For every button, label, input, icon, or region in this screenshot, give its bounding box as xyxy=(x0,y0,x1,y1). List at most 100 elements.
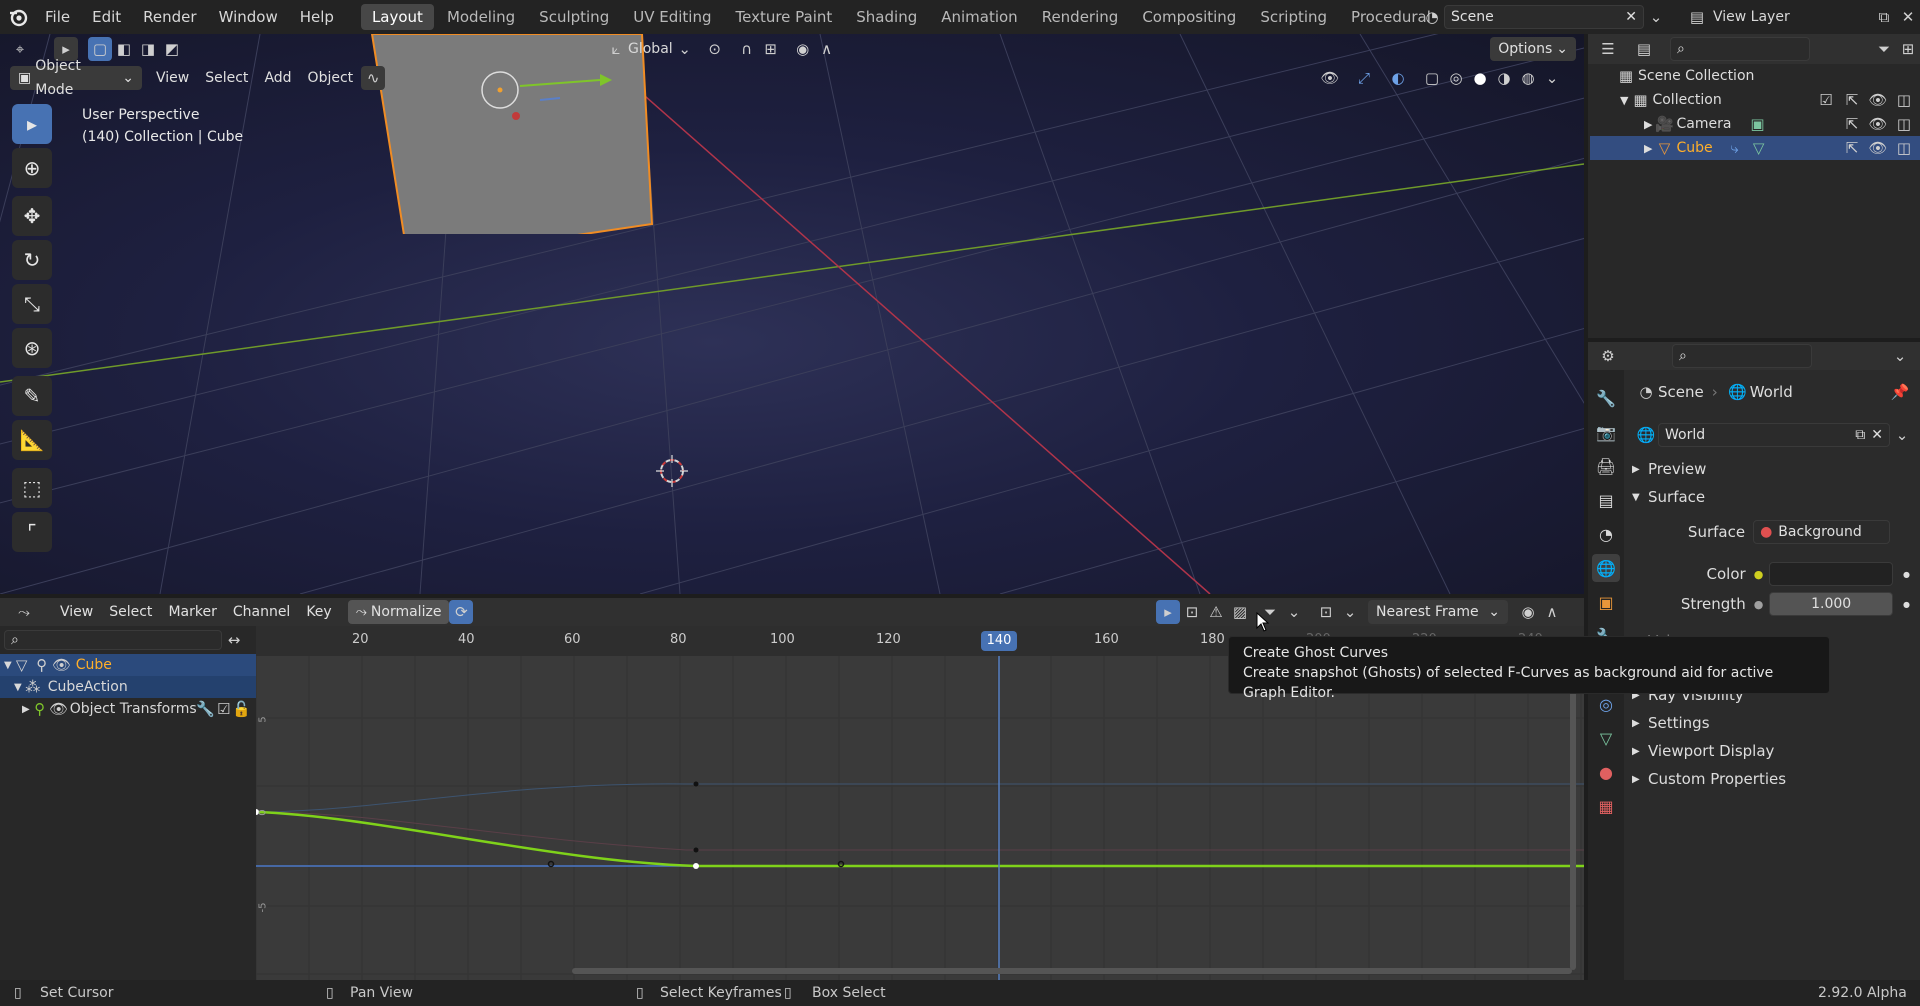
channel-row-object-transforms[interactable]: ▶ ⚲ 👁 Object Transforms 🔧 ☑ 🔓 xyxy=(0,698,256,720)
extra-tool[interactable]: ⌜ xyxy=(12,512,52,552)
expanded-icon[interactable]: ▼ xyxy=(14,682,22,693)
tab-modeling[interactable]: Modeling xyxy=(436,4,526,30)
collapsed-icon[interactable]: ▶ xyxy=(22,704,30,715)
menu-render[interactable]: Render xyxy=(132,0,207,34)
graph-editor-type-icon[interactable]: ⤳ xyxy=(12,600,36,624)
pin-icon[interactable]: 📌 xyxy=(1888,380,1912,404)
xray-icon[interactable]: ▢ xyxy=(1420,66,1444,90)
output-tab-icon[interactable]: 🖨 xyxy=(1592,452,1620,480)
tab-animation[interactable]: Animation xyxy=(930,4,1028,30)
eye-icon[interactable]: 👁 xyxy=(1866,112,1890,136)
panel-surface[interactable]: ▼ Surface xyxy=(1632,488,1705,506)
curve-icon[interactable]: ∿ xyxy=(361,66,386,90)
color-swatch[interactable] xyxy=(1769,562,1894,586)
graph-menu-key[interactable]: Key xyxy=(298,600,339,624)
filter-icon[interactable]: ⏷ xyxy=(1872,37,1896,61)
eye-icon[interactable]: 👁 xyxy=(52,653,72,677)
tab-layout[interactable]: Layout xyxy=(360,4,434,30)
texture-tab-icon[interactable]: ▦ xyxy=(1592,792,1620,820)
expanded-icon[interactable]: ▼ xyxy=(4,660,12,671)
close-icon[interactable]: ✕ xyxy=(1871,427,1883,443)
menu-object[interactable]: Object xyxy=(300,66,362,90)
surface-shader-field[interactable]: ● Background xyxy=(1753,520,1890,544)
select-arrow-icon[interactable]: ⇱ xyxy=(1840,136,1864,160)
annotate-tool[interactable]: ✎ xyxy=(12,376,52,416)
world-tab-icon[interactable]: 🌐 xyxy=(1592,554,1620,582)
gizmo-icon[interactable]: ⤢ xyxy=(1352,66,1376,90)
channel-search[interactable]: ⌕ ↔ xyxy=(4,630,252,650)
display-mode-icon[interactable]: ▤ xyxy=(1632,37,1656,61)
data-tab-icon[interactable]: ▽ xyxy=(1592,724,1620,752)
tab-shading[interactable]: Shading xyxy=(845,4,928,30)
checkbox-icon[interactable]: ☑ xyxy=(215,697,233,721)
vertical-scrollbar[interactable] xyxy=(1570,660,1576,970)
chevron-down-icon[interactable]: ⌄ xyxy=(1890,423,1914,447)
cursor-tool[interactable]: ⊕ xyxy=(12,148,52,188)
transform-tool[interactable]: ⊛ xyxy=(12,328,52,368)
world-icon[interactable]: 🌐 xyxy=(1634,423,1658,447)
panel-settings[interactable]: ▶ Settings xyxy=(1632,714,1710,732)
pin-icon[interactable]: ⚲ xyxy=(32,653,52,677)
object-tab-icon[interactable]: ▣ xyxy=(1592,588,1620,616)
menu-file[interactable]: File xyxy=(34,0,81,34)
editor-type-icon[interactable]: ⌖ xyxy=(8,37,32,61)
scene-field[interactable]: Scene ✕ xyxy=(1444,5,1644,29)
camera-render-icon[interactable]: ◫ xyxy=(1892,112,1916,136)
material-shading-icon[interactable]: ◑ xyxy=(1492,66,1516,90)
add-cube-tool[interactable]: ⬚ xyxy=(12,468,52,508)
current-frame-indicator[interactable]: 140 xyxy=(981,631,1017,651)
scene-tab-icon[interactable]: ◔ xyxy=(1592,520,1620,548)
select-arrow-icon[interactable]: ⇱ xyxy=(1840,112,1864,136)
camera-render-icon[interactable]: ◫ xyxy=(1892,88,1916,112)
solid-shading-icon[interactable]: ● xyxy=(1468,66,1492,90)
panel-custom-properties[interactable]: ▶ Custom Properties xyxy=(1632,770,1786,788)
close-icon[interactable]: ✕ xyxy=(1625,9,1637,25)
graph-menu-select[interactable]: Select xyxy=(101,600,160,624)
rendered-shading-icon[interactable]: ◍ xyxy=(1516,66,1540,90)
options-button[interactable]: Options ⌄ xyxy=(1490,37,1576,61)
graph-menu-marker[interactable]: Marker xyxy=(160,600,224,624)
expand-icon[interactable]: ▼ xyxy=(1620,94,1628,107)
eye-icon[interactable]: 👁 xyxy=(1866,88,1890,112)
channel-row-cube[interactable]: ▼ ▽ ⚲ 👁 Cube xyxy=(0,654,256,676)
editor-type-icon[interactable]: ⚙ xyxy=(1596,344,1620,368)
menu-add[interactable]: Add xyxy=(256,66,299,90)
close-icon[interactable]: ✕ xyxy=(1896,5,1920,29)
proportional-edit-icon[interactable]: ◉ xyxy=(1516,600,1540,624)
snap-target-icon[interactable]: ⊞ xyxy=(759,37,783,61)
pivot-icon[interactable]: ⊡ xyxy=(1314,600,1338,624)
menu-window[interactable]: Window xyxy=(208,0,289,34)
outliner-row-scene-collection[interactable]: ▦ Scene Collection xyxy=(1590,64,1920,88)
object-mode-dropdown[interactable]: ▣ Object Mode ⌄ xyxy=(10,58,142,98)
scale-tool[interactable]: ⤡ xyxy=(12,284,52,324)
world-datablock-selector[interactable]: 🌐 World ⧉ ✕ ⌄ xyxy=(1634,422,1914,448)
pin-icon[interactable]: ⚲ xyxy=(30,697,50,721)
hidden-keys-icon[interactable]: ⊡ xyxy=(1180,600,1204,624)
checkbox-icon[interactable]: ☑ xyxy=(1814,88,1838,112)
panel-preview[interactable]: ▶ Preview xyxy=(1632,460,1706,478)
overlay-icon[interactable]: ◐ xyxy=(1386,66,1410,90)
wireframe-shading-icon[interactable]: ◎ xyxy=(1444,66,1468,90)
expand-icon[interactable]: ▶ xyxy=(1644,118,1652,131)
menu-select[interactable]: Select xyxy=(197,66,256,90)
auto-normalize-icon[interactable]: ⟳ xyxy=(449,600,474,624)
new-collection-icon[interactable]: ⊞ xyxy=(1896,37,1920,61)
chevron-down-icon[interactable]: ⌄ xyxy=(1644,5,1668,29)
eye-icon[interactable]: 👁 xyxy=(1866,136,1890,160)
material-tab-icon[interactable]: ● xyxy=(1592,758,1620,786)
graph-menu-channel[interactable]: Channel xyxy=(225,600,298,624)
outliner-search-input[interactable]: ⌕ xyxy=(1670,37,1810,61)
errors-icon[interactable]: ⚠ xyxy=(1204,600,1228,624)
strength-field[interactable]: 1.000 xyxy=(1769,592,1894,616)
lock-icon[interactable]: 🔓 xyxy=(232,697,251,721)
eye-icon[interactable]: 👁 xyxy=(49,697,68,721)
editor-type-icon[interactable]: ☰ xyxy=(1596,37,1620,61)
visibility-icon[interactable]: 👁 xyxy=(1318,66,1342,90)
blender-logo-icon[interactable] xyxy=(6,5,30,29)
select-intersect-icon[interactable]: ◩ xyxy=(160,37,184,61)
chevron-down-icon[interactable]: ⌄ xyxy=(1282,600,1306,624)
outliner-row-cube[interactable]: ▶ ▽ Cube ⤷ ▽ ⇱ 👁 ◫ xyxy=(1590,136,1920,160)
viewport-3d[interactable]: User Perspective (140) Collection | Cube xyxy=(0,34,1584,594)
select-subtract-icon[interactable]: ◨ xyxy=(136,37,160,61)
panel-viewport-display[interactable]: ▶ Viewport Display xyxy=(1632,742,1774,760)
